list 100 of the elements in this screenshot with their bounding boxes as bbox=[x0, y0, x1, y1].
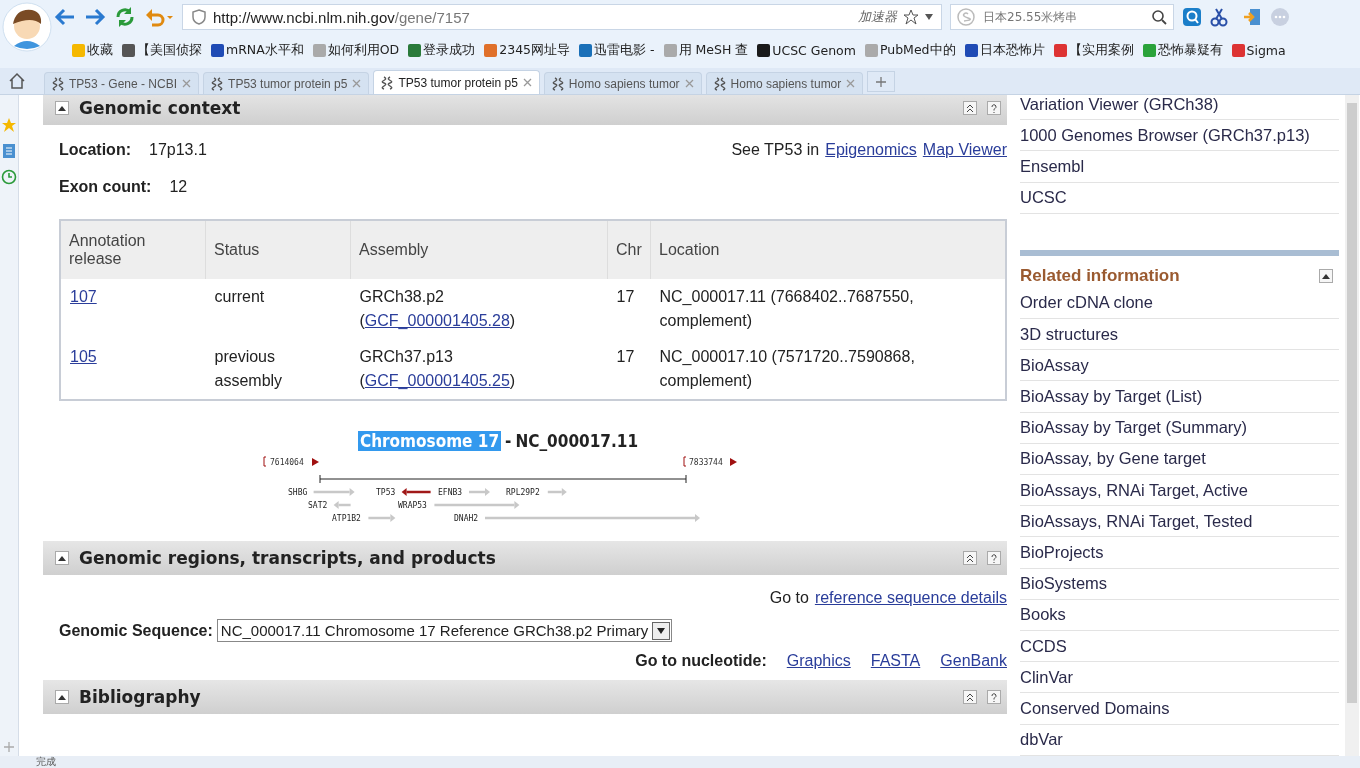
link[interactable]: Epigenomics bbox=[825, 141, 917, 159]
sidebar-link[interactable]: ClinVar bbox=[1020, 662, 1339, 694]
release-link[interactable]: 105 bbox=[70, 348, 97, 365]
collapse-button[interactable] bbox=[1319, 268, 1333, 283]
help-icon[interactable] bbox=[987, 690, 1001, 704]
browser-tab[interactable]: TP53 - Gene - NCBI bbox=[44, 72, 200, 94]
sidebar-link[interactable]: BioSystems bbox=[1020, 568, 1339, 600]
sidebar-link[interactable]: dbVar bbox=[1020, 724, 1339, 756]
sidebar-link[interactable]: BioAssay, by Gene target bbox=[1020, 443, 1339, 476]
sidebar-link[interactable]: Variation Viewer (GRCh38) bbox=[1020, 95, 1339, 121]
gene-label[interactable]: SAT2 bbox=[308, 501, 328, 510]
sidebar-link[interactable]: UCSC bbox=[1020, 182, 1339, 214]
magnifier-icon[interactable] bbox=[1182, 7, 1202, 27]
link[interactable]: Graphics bbox=[786, 652, 851, 670]
bookmark[interactable]: mRNA水平和 bbox=[211, 41, 304, 59]
collapse-toggle[interactable] bbox=[55, 101, 69, 115]
close-icon[interactable] bbox=[352, 79, 362, 88]
dropdown-caret-icon[interactable] bbox=[657, 627, 666, 634]
gene-arrow[interactable] bbox=[401, 488, 431, 496]
bookmark[interactable]: UCSC Genom bbox=[757, 42, 856, 58]
helix-icon bbox=[551, 76, 564, 91]
bookmark[interactable]: 用 MeSH 查 bbox=[663, 41, 749, 59]
help-icon[interactable] bbox=[987, 551, 1001, 565]
gene-label[interactable]: ATP1B2 bbox=[332, 514, 361, 523]
browser-tab[interactable]: TP53 tumor protein p5 bbox=[203, 72, 370, 94]
section-header[interactable]: Genomic regions, transcripts, and products bbox=[43, 541, 1007, 575]
plus-icon[interactable] bbox=[876, 76, 887, 87]
forward-icon[interactable] bbox=[84, 7, 106, 27]
gene-label[interactable]: RPL29P2 bbox=[506, 488, 540, 497]
close-icon[interactable] bbox=[846, 79, 856, 88]
sidebar-link[interactable]: BioAssays, RNAi Target, Active bbox=[1020, 475, 1339, 507]
search-engine-icon[interactable] bbox=[957, 8, 975, 26]
sidebar-link[interactable]: BioAssay by Target (List) bbox=[1020, 381, 1339, 413]
shield-icon[interactable] bbox=[191, 9, 207, 25]
browser-tab[interactable]: TP53 tumor protein p5 bbox=[373, 70, 540, 94]
collapse-all-icon[interactable] bbox=[963, 690, 977, 704]
collapse-all-icon[interactable] bbox=[963, 551, 977, 565]
close-icon[interactable] bbox=[684, 79, 694, 88]
browser-tab[interactable]: Homo sapiens tumor bbox=[543, 72, 702, 94]
close-icon[interactable] bbox=[182, 79, 192, 88]
bookmark[interactable]: 登录成功 bbox=[408, 41, 476, 59]
link[interactable]: reference sequence details bbox=[814, 589, 1007, 607]
accession-link[interactable]: GCF_000001405.28 bbox=[364, 312, 510, 329]
star-icon[interactable] bbox=[1, 117, 17, 133]
sequence-dropdown[interactable]: NC_000017.11 Chromosome 17 Reference GRCh38.p2 Primary bbox=[216, 619, 673, 642]
new-tab-button[interactable] bbox=[867, 70, 896, 92]
sidebar-link[interactable]: CCDS bbox=[1020, 631, 1339, 663]
scrollbar[interactable] bbox=[1345, 95, 1359, 756]
sidebar-link[interactable]: BioAssays, RNAi Target, Tested bbox=[1020, 506, 1339, 538]
start-coordinate[interactable]: 7614064 bbox=[263, 456, 319, 467]
clock-icon[interactable] bbox=[1, 169, 17, 185]
release-link[interactable]: 107 bbox=[70, 288, 97, 305]
help-icon[interactable] bbox=[987, 101, 1001, 115]
address-bar[interactable]: http://www.ncbi.nlm.nih.gov/gene/7157 加速器 bbox=[182, 4, 942, 30]
back-icon[interactable] bbox=[54, 7, 76, 27]
browser-tab[interactable]: Homo sapiens tumor bbox=[705, 72, 864, 94]
bookmark[interactable]: 恐怖暴疑有 bbox=[1142, 41, 1223, 59]
document-icon[interactable] bbox=[1, 143, 17, 159]
bookmark[interactable]: PubMed中的 bbox=[864, 41, 956, 59]
search-field[interactable]: 日本25.55米烤串 bbox=[950, 4, 1174, 30]
sidebar-link[interactable]: BioProjects bbox=[1020, 537, 1339, 569]
link[interactable]: FASTA bbox=[870, 652, 921, 670]
sidebar-link[interactable]: BioAssay by Target (Summary) bbox=[1020, 412, 1339, 444]
collapse-all-icon[interactable] bbox=[963, 101, 977, 115]
link[interactable]: Map Viewer bbox=[922, 141, 1007, 159]
bookmark[interactable]: 【美国侦探 bbox=[122, 41, 202, 59]
collapse-toggle[interactable] bbox=[55, 551, 69, 565]
sidebar-link[interactable]: Order cDNA clone bbox=[1020, 287, 1339, 319]
star-outline-icon[interactable] bbox=[903, 9, 919, 25]
dropdown-caret-icon[interactable] bbox=[925, 14, 933, 20]
close-icon[interactable] bbox=[522, 78, 532, 87]
exit-icon[interactable] bbox=[1242, 7, 1262, 27]
undo-icon[interactable] bbox=[144, 7, 174, 27]
gene-label[interactable]: EFNB3 bbox=[438, 488, 463, 497]
bookmark[interactable]: 2345网址导 bbox=[484, 41, 571, 59]
end-coordinate[interactable]: 7833744 bbox=[683, 456, 737, 467]
bookmark[interactable]: 迅雷电影 - bbox=[579, 41, 655, 59]
sidebar-link[interactable]: 3D structures bbox=[1020, 319, 1339, 351]
sidebar-link[interactable]: Ensembl bbox=[1020, 151, 1339, 183]
search-icon[interactable] bbox=[1151, 9, 1167, 25]
sidebar-link[interactable]: BioAssay bbox=[1020, 350, 1339, 382]
sidebar-link[interactable]: Books bbox=[1020, 599, 1339, 632]
sidebar-link[interactable]: 1000 Genomes Browser (GRCh37.p13) bbox=[1020, 120, 1339, 152]
gene-label[interactable]: WRAP53 bbox=[398, 501, 427, 510]
link[interactable]: GenBank bbox=[940, 652, 1007, 670]
refresh-icon[interactable] bbox=[114, 6, 136, 28]
section-header[interactable]: Genomic context bbox=[43, 95, 1007, 125]
gene-label[interactable]: DNAH2 bbox=[454, 514, 479, 523]
bookmark[interactable]: Sigma bbox=[1231, 42, 1286, 58]
bookmark[interactable]: 日本恐怖片 bbox=[964, 41, 1045, 59]
bookmark[interactable]: 收藏 bbox=[72, 41, 113, 59]
gene-label[interactable]: TP53 bbox=[376, 488, 396, 497]
bookmark[interactable]: 如何利用OD bbox=[312, 41, 400, 59]
sidebar-link[interactable]: Conserved Domains bbox=[1020, 693, 1339, 725]
accession-link[interactable]: GCF_000001405.25 bbox=[364, 372, 510, 389]
gene-label[interactable]: SHBG bbox=[288, 488, 308, 497]
collapse-toggle[interactable] bbox=[55, 690, 69, 704]
home-icon[interactable] bbox=[8, 72, 26, 90]
section-header[interactable]: Bibliography bbox=[43, 680, 1007, 714]
bookmark[interactable]: 【实用案例 bbox=[1053, 41, 1134, 59]
